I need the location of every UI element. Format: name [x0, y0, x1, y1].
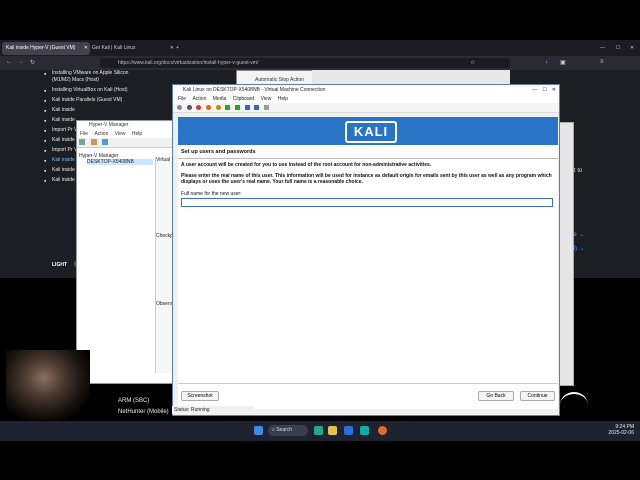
- clock-date: 2025-02-06: [608, 430, 634, 436]
- forward-icon[interactable]: →: [18, 59, 24, 65]
- save-icon[interactable]: [215, 105, 221, 110]
- vm-connection-window: Kali Linux on DESKTOP-X5408NB - Virtual …: [172, 84, 560, 416]
- close-icon[interactable]: ✕: [552, 85, 556, 95]
- nav-item[interactable]: Installing VMware on Apple Silicon (M1/M…: [42, 70, 138, 84]
- page-text: t to: [574, 168, 583, 174]
- maximize-icon[interactable]: ☐: [612, 42, 624, 55]
- toolbar-icon[interactable]: [79, 139, 85, 145]
- menu-file[interactable]: File: [80, 131, 88, 137]
- vm-toolbar: [173, 103, 559, 113]
- webcam-overlay: [6, 350, 90, 420]
- dialog-title: Automatic Stop Action: [255, 77, 304, 83]
- tab-label: Kali inside Hyper-V (Guest VM): [6, 45, 76, 51]
- maximize-icon[interactable]: ☐: [543, 85, 547, 95]
- start-icon[interactable]: [186, 105, 192, 110]
- ctrl-alt-del-icon[interactable]: [177, 105, 182, 110]
- vscode-icon[interactable]: [344, 426, 353, 435]
- terminal-icon[interactable]: [360, 426, 369, 435]
- hyperv-toolbar: [77, 138, 173, 148]
- revert-icon[interactable]: [254, 105, 260, 110]
- kali-dragon-icon: [560, 392, 588, 418]
- close-window-icon[interactable]: ✕: [626, 42, 638, 55]
- url-input[interactable]: https://www.kali.org/docs/virtualization…: [100, 58, 510, 68]
- clock[interactable]: 9:24 PM 2025-02-06: [604, 424, 634, 436]
- screenshot-button[interactable]: Screenshot: [181, 391, 219, 401]
- shutdown-icon[interactable]: [206, 105, 212, 110]
- firefox-icon[interactable]: [378, 426, 387, 435]
- installer-heading: Set up users and passwords: [181, 149, 256, 155]
- installer-intro: A user account will be created for you t…: [181, 162, 432, 168]
- full-name-label: Full name for the new user:: [181, 191, 242, 197]
- nav-item[interactable]: Kali inside Parallels (Guest VM): [42, 97, 138, 104]
- browser-tab-bar: Kali inside Hyper-V (Guest VM) ✕ Get Kal…: [0, 40, 640, 56]
- installer-panel: Set up users and passwords A user accoun…: [178, 145, 558, 409]
- installer-banner: KALI: [178, 117, 558, 145]
- search-label: Search: [276, 427, 293, 433]
- menu-help[interactable]: Help: [132, 131, 142, 137]
- toolbar-icon[interactable]: [90, 139, 97, 145]
- browser-toolbar: ← → ↻ https://www.kali.org/docs/virtuali…: [0, 56, 640, 70]
- downloads-icon[interactable]: ↓: [545, 59, 548, 65]
- url-text: https://www.kali.org/docs/virtualization…: [118, 60, 259, 66]
- vm-status-bar: Status: Running: [172, 406, 254, 414]
- taskbar: ⌕ Search 9:24 PM 2025-02-06: [0, 421, 640, 441]
- nav-item[interactable]: Installing VirtualBox on Kali (Host): [42, 87, 138, 94]
- desktop-list-item: ARM (SBC): [118, 398, 150, 404]
- hyperv-tree: Hyper-V Manager DESKTOP-X5408NB: [79, 153, 153, 165]
- tree-node[interactable]: DESKTOP-X5408NB: [87, 159, 153, 165]
- menu-view[interactable]: View: [115, 131, 126, 137]
- menu-file[interactable]: File: [178, 96, 186, 102]
- menu-help[interactable]: Help: [278, 96, 288, 102]
- hyperv-manager-window: Hyper-V Manager File Action View Help Hy…: [76, 120, 174, 384]
- full-name-input[interactable]: [181, 198, 553, 207]
- pause-icon[interactable]: [225, 105, 231, 110]
- hyperv-actions-pane: [558, 122, 574, 386]
- vm-title: Kali Linux on DESKTOP-X5408NB - Virtual …: [183, 87, 326, 93]
- bookmark-icon[interactable]: ☆: [470, 59, 475, 66]
- desktop-list-item: NetHunter (Mobile): [118, 409, 169, 415]
- nav-item[interactable]: Kali inside: [42, 107, 138, 114]
- reload-icon[interactable]: ↻: [30, 59, 35, 66]
- hyperv-title: Hyper-V Manager: [77, 121, 173, 130]
- kali-logo: KALI: [345, 121, 397, 143]
- installer-explanation: Please enter the real name of this user.…: [181, 173, 552, 185]
- turn-off-icon[interactable]: [196, 105, 202, 110]
- divider: [178, 383, 558, 384]
- tab-get-kali[interactable]: Get Kali | Kali Linux ✕: [88, 42, 176, 55]
- tab-kali-hyperv[interactable]: Kali inside Hyper-V (Guest VM) ✕: [2, 42, 90, 55]
- minimize-icon[interactable]: —: [596, 42, 609, 55]
- back-icon[interactable]: ←: [6, 59, 12, 65]
- menu-media[interactable]: Media: [213, 96, 227, 102]
- enhanced-session-icon[interactable]: [264, 105, 270, 110]
- menu-icon[interactable]: ≡: [600, 59, 604, 65]
- reset-icon[interactable]: [235, 105, 241, 110]
- start-icon[interactable]: [254, 426, 263, 435]
- menu-view[interactable]: View: [261, 96, 272, 102]
- tab-label: Get Kali | Kali Linux: [92, 45, 136, 51]
- extension-icon[interactable]: ▣: [560, 59, 566, 66]
- checkpoint-icon[interactable]: [244, 105, 250, 110]
- go-back-button[interactable]: Go Back: [478, 391, 514, 401]
- vm-menu-bar: File Action Media Clipboard View Help: [173, 95, 559, 103]
- new-tab-icon[interactable]: +: [172, 42, 183, 55]
- continue-button[interactable]: Continue: [520, 391, 555, 401]
- taskbar-search[interactable]: ⌕ Search: [268, 425, 308, 436]
- minimize-icon[interactable]: —: [532, 85, 537, 95]
- divider: [178, 158, 558, 159]
- hyperv-menu: File Action View Help: [77, 130, 173, 138]
- vm-title-bar: Kali Linux on DESKTOP-X5408NB - Virtual …: [173, 85, 559, 95]
- file-explorer-icon[interactable]: [314, 426, 323, 435]
- toolbar-icon[interactable]: [102, 139, 109, 145]
- menu-clipboard[interactable]: Clipboard: [233, 96, 254, 102]
- theme-label[interactable]: LIGHT: [52, 262, 67, 268]
- menu-action[interactable]: Action: [94, 131, 108, 137]
- menu-action[interactable]: Action: [192, 96, 206, 102]
- folder-icon[interactable]: [328, 426, 337, 435]
